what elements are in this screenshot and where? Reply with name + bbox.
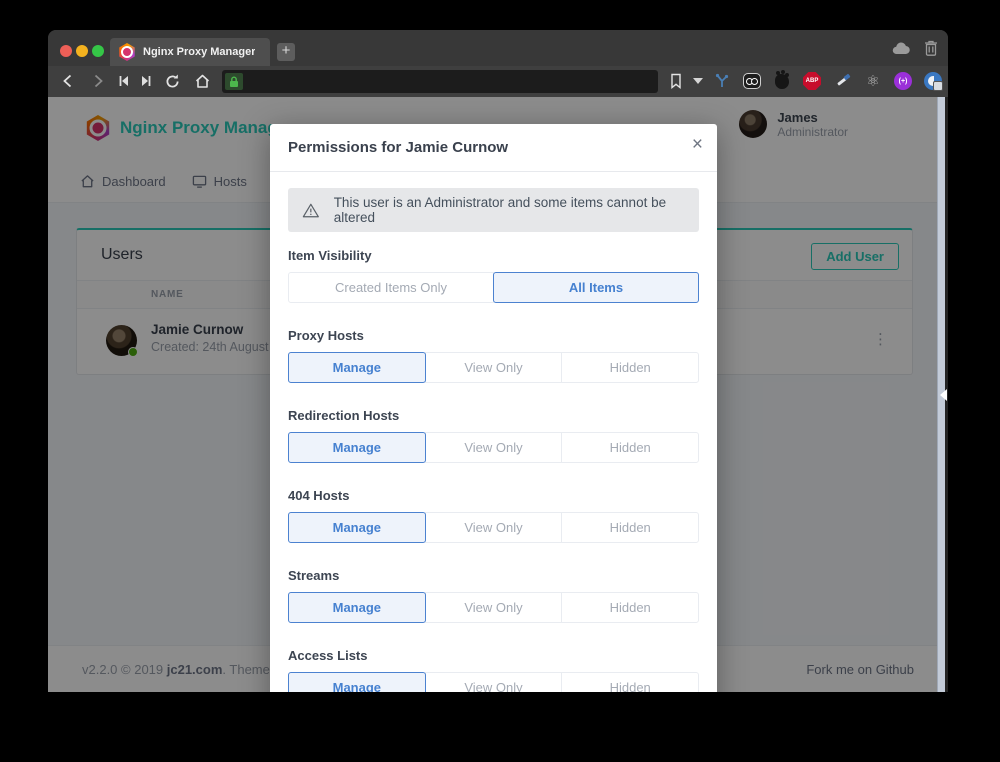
- permissions-modal: Permissions for Jamie Curnow × This user…: [270, 124, 717, 692]
- eyedropper-extension-icon[interactable]: [833, 71, 853, 91]
- all-items-option[interactable]: All Items: [493, 272, 699, 303]
- proxy-hosts-label: Proxy Hosts: [288, 328, 699, 343]
- access-lists-manage-option[interactable]: Manage: [288, 672, 426, 692]
- https-lock-icon[interactable]: [225, 73, 243, 90]
- goggles-extension-icon[interactable]: [742, 71, 762, 91]
- browser-toolbar: ABP ⚛ (+): [48, 66, 948, 97]
- browser-tab[interactable]: Nginx Proxy Manager: [110, 38, 270, 66]
- adblock-plus-extension-icon[interactable]: ABP: [802, 71, 822, 91]
- browser-window: Nginx Proxy Manager +: [48, 30, 948, 692]
- new-tab-button[interactable]: +: [277, 43, 295, 61]
- page-viewport: Nginx Proxy Manager James Administrator …: [48, 97, 948, 692]
- back-button[interactable]: [58, 71, 78, 91]
- access-lists-hidden-option[interactable]: Hidden: [561, 672, 699, 692]
- blue-gauge-extension-icon[interactable]: [923, 71, 943, 91]
- skip-forward-button[interactable]: [136, 71, 156, 91]
- access-lists-options: Manage View Only Hidden: [288, 672, 699, 692]
- admin-warning-alert: This user is an Administrator and some i…: [288, 188, 699, 232]
- modal-header: Permissions for Jamie Curnow ×: [270, 124, 717, 172]
- 404-hosts-options: Manage View Only Hidden: [288, 512, 699, 543]
- modal-title: Permissions for Jamie Curnow: [288, 139, 508, 156]
- item-visibility-options: Created Items Only All Items: [288, 272, 699, 303]
- streams-view-only-option[interactable]: View Only: [425, 592, 563, 623]
- tab-title: Nginx Proxy Manager: [143, 46, 255, 58]
- tab-bar: Nginx Proxy Manager +: [48, 30, 948, 66]
- window-zoom-button[interactable]: [92, 45, 104, 57]
- proxy-hosts-manage-option[interactable]: Manage: [288, 352, 426, 383]
- home-button[interactable]: [192, 71, 212, 91]
- redirection-hosts-manage-option[interactable]: Manage: [288, 432, 426, 463]
- close-icon[interactable]: ×: [692, 135, 703, 154]
- favicon-npm-icon: [118, 43, 136, 61]
- item-visibility-label: Item Visibility: [288, 248, 699, 263]
- access-lists-label: Access Lists: [288, 648, 699, 663]
- 404-hosts-manage-option[interactable]: Manage: [288, 512, 426, 543]
- redirection-hosts-options: Manage View Only Hidden: [288, 432, 699, 463]
- window-minimize-button[interactable]: [76, 45, 88, 57]
- proxy-hosts-hidden-option[interactable]: Hidden: [561, 352, 699, 383]
- redirection-hosts-hidden-option[interactable]: Hidden: [561, 432, 699, 463]
- skip-back-button[interactable]: [114, 71, 134, 91]
- url-bar[interactable]: [222, 70, 658, 93]
- 404-hosts-label: 404 Hosts: [288, 488, 699, 503]
- proxy-hosts-view-only-option[interactable]: View Only: [425, 352, 563, 383]
- created-items-only-option[interactable]: Created Items Only: [288, 272, 494, 303]
- admin-warning-text: This user is an Administrator and some i…: [334, 195, 685, 225]
- proxy-fork-extension-icon[interactable]: [712, 71, 732, 91]
- streams-options: Manage View Only Hidden: [288, 592, 699, 623]
- trash-icon[interactable]: [924, 40, 938, 56]
- bookmark-icon[interactable]: [666, 71, 686, 91]
- purple-extension-icon[interactable]: (+): [893, 71, 913, 91]
- access-lists-view-only-option[interactable]: View Only: [425, 672, 563, 692]
- modal-body: This user is an Administrator and some i…: [270, 188, 717, 692]
- warning-triangle-icon: [302, 202, 320, 219]
- streams-label: Streams: [288, 568, 699, 583]
- cloud-icon[interactable]: [892, 41, 910, 55]
- refresh-button[interactable]: [162, 71, 182, 91]
- window-close-button[interactable]: [60, 45, 72, 57]
- streams-hidden-option[interactable]: Hidden: [561, 592, 699, 623]
- bookmark-dropdown-icon[interactable]: [688, 71, 708, 91]
- 404-hosts-view-only-option[interactable]: View Only: [425, 512, 563, 543]
- redirection-hosts-view-only-option[interactable]: View Only: [425, 432, 563, 463]
- 404-hosts-hidden-option[interactable]: Hidden: [561, 512, 699, 543]
- forward-button[interactable]: [88, 71, 108, 91]
- atom-extension-icon[interactable]: ⚛: [863, 71, 883, 91]
- side-panel-handle-icon[interactable]: [940, 389, 947, 401]
- proxy-hosts-options: Manage View Only Hidden: [288, 352, 699, 383]
- redirection-hosts-label: Redirection Hosts: [288, 408, 699, 423]
- streams-manage-option[interactable]: Manage: [288, 592, 426, 623]
- gnome-foot-extension-icon[interactable]: [772, 71, 792, 91]
